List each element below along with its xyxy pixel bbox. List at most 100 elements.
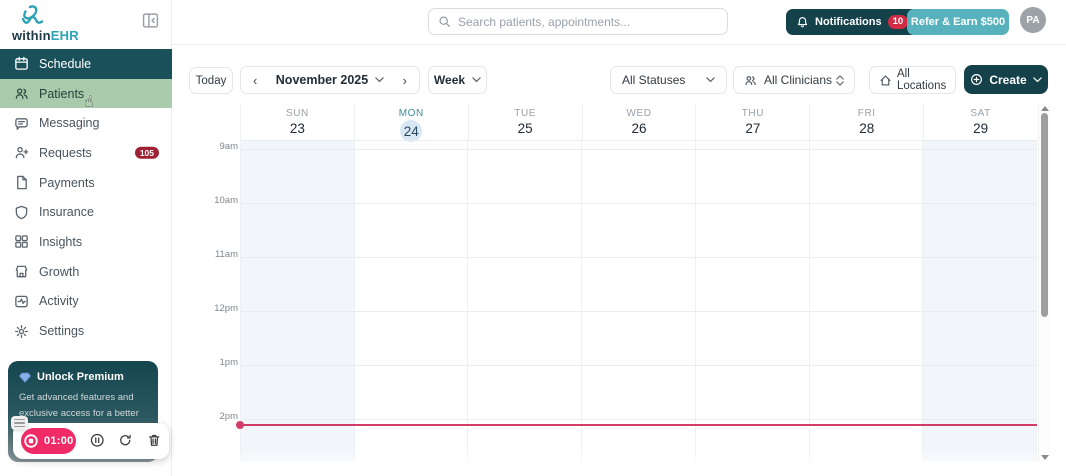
sidebar-item-messaging[interactable]: Messaging [0,108,172,138]
day-header-fri[interactable]: FRI 28 [809,104,923,140]
recorder-drag-handle[interactable] [11,416,28,430]
chevron-down-icon [706,77,715,83]
day-column-mon[interactable] [353,141,468,462]
scroll-down-icon[interactable] [1041,455,1049,460]
gear-icon [14,324,29,339]
sidebar-item-label: Payments [39,175,95,190]
sidebar-item-label: Activity [39,294,79,309]
calendar-icon [14,56,29,71]
delete-recording-icon[interactable] [147,433,161,450]
person-plus-icon [14,145,29,160]
sidebar-item-requests[interactable]: Requests 105 [0,138,172,168]
time-label: 12pm [214,303,238,314]
scroll-up-icon[interactable] [1041,106,1049,111]
day-header-mon[interactable]: MON 24 [353,104,468,142]
sidebar-item-activity[interactable]: Activity [0,287,172,317]
sidebar-item-label: Insurance [39,205,94,220]
people-icon [744,74,757,87]
stop-recording-button[interactable]: 01:00 [21,428,76,454]
today-button[interactable]: Today [189,67,233,94]
sidebar-item-label: Messaging [39,116,100,131]
bell-icon [796,16,809,29]
view-selector[interactable]: Week [428,66,487,94]
create-button[interactable]: Create [964,65,1048,94]
sidebar-collapse-icon[interactable] [142,12,159,29]
sidebar: withinEHR Schedule Patients Messaging Re… [0,0,172,476]
today-label: Today [195,74,227,87]
day-column-sun[interactable] [240,141,354,462]
locations-label: All Locations [897,68,947,92]
refer-earn-button[interactable]: Refer & Earn $500 [907,9,1009,35]
refer-earn-label: Refer & Earn $500 [910,16,1006,28]
pause-recording-icon[interactable] [90,433,104,450]
time-label: 2pm [219,411,238,422]
sidebar-item-label: Schedule [39,56,92,71]
sidebar-item-payments[interactable]: Payments [0,168,172,198]
day-column-fri[interactable] [808,141,923,462]
prev-week-icon[interactable]: ‹ [253,74,257,87]
sidebar-item-label: Requests [39,145,92,160]
statuses-label: All Statuses [622,73,686,87]
chat-icon [14,116,29,131]
notifications-button[interactable]: Notifications 10 [786,9,919,35]
avatar-initials: PA [1026,14,1040,26]
sidebar-item-insurance[interactable]: Insurance [0,197,172,227]
requests-count-badge: 105 [134,146,159,160]
shield-icon [14,205,29,220]
period-navigator: ‹ November 2025 › [240,66,420,94]
sidebar-item-label: Growth [39,264,80,279]
day-column-tue[interactable] [467,141,582,462]
time-label: 11am [214,249,238,260]
sort-chevrons-icon [836,74,844,86]
plus-circle-icon [970,73,983,86]
clinicians-filter[interactable]: All Clinicians [733,66,855,94]
screen-recorder-widget: 01:00 [11,416,169,459]
pulse-icon [14,294,29,309]
restart-recording-icon[interactable] [118,433,132,450]
period-label[interactable]: November 2025 [276,73,368,87]
day-column-wed[interactable] [581,141,695,462]
next-week-icon[interactable]: › [403,74,407,87]
create-label: Create [989,72,1027,87]
day-header-tue[interactable]: TUE 25 [467,104,582,140]
day-column-sat[interactable] [922,141,1037,462]
day-header-sat[interactable]: SAT 29 [923,104,1037,140]
brand-logo: withinEHR [12,4,79,43]
day-header-thu[interactable]: THU 27 [695,104,809,140]
brand-logo-icon [12,4,79,30]
recording-timer: 01:00 [43,435,74,447]
current-time-line [240,424,1037,426]
locations-filter[interactable]: All Locations [869,66,956,94]
sidebar-item-settings[interactable]: Settings [0,316,172,346]
sidebar-item-schedule[interactable]: Schedule [0,49,172,79]
statuses-filter[interactable]: All Statuses [610,66,727,94]
search-icon [438,15,451,28]
sidebar-item-label: Settings [39,324,85,339]
chevron-down-icon [1032,76,1042,83]
view-label: Week [433,73,466,87]
notifications-label: Notifications [815,16,882,28]
gem-icon [19,372,31,383]
sidebar-item-growth[interactable]: Growth [0,257,172,287]
chevron-down-icon [375,77,384,83]
sidebar-item-patients[interactable]: Patients [0,78,172,109]
search-input[interactable] [458,14,718,29]
sidebar-nav: Schedule Patients Messaging Requests 105… [0,49,172,346]
calendar-day-header: SUN 23 MON 24 TUE 25 WED 26 THU 27 FRI 28 SAT 2… [240,104,1037,142]
brand-name: withinEHR [12,28,79,43]
sidebar-item-insights[interactable]: Insights [0,227,172,257]
app-window: withinEHR Schedule Patients Messaging Re… [0,0,1066,476]
vertical-scrollbar [1038,104,1050,462]
day-header-wed[interactable]: WED 26 [581,104,696,140]
clinicians-label: All Clinicians [764,73,833,87]
scrollbar-thumb[interactable] [1041,113,1048,317]
time-label: 1pm [219,357,238,368]
day-column-thu[interactable] [694,141,809,462]
user-avatar[interactable]: PA [1020,7,1046,33]
day-header-sun[interactable]: SUN 23 [240,104,354,140]
global-search [428,8,728,35]
premium-title: Unlock Premium [37,371,124,383]
storefront-icon [14,264,29,279]
stop-icon [23,433,39,449]
sidebar-item-label: Insights [39,234,83,249]
